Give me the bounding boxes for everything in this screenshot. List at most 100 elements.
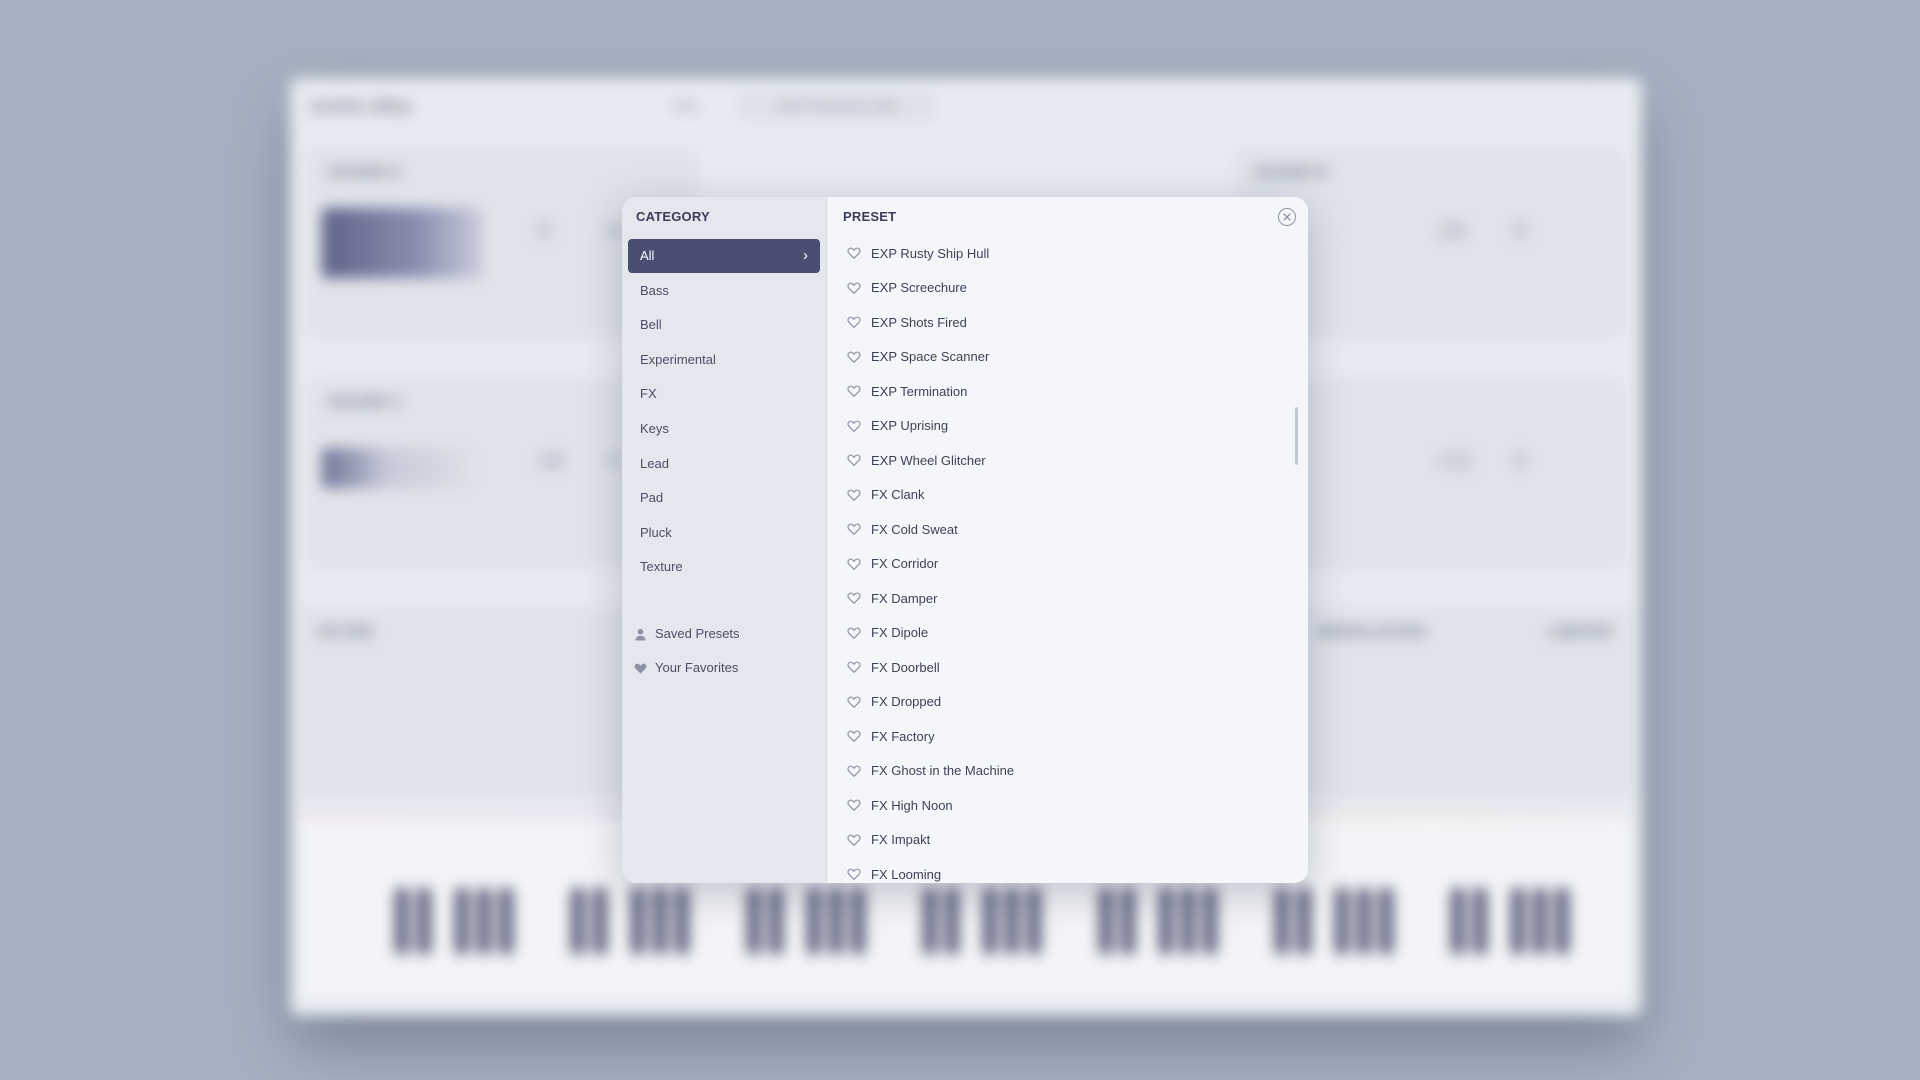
heart-outline-icon bbox=[847, 765, 861, 777]
black-key bbox=[1357, 888, 1371, 954]
heart-outline-icon bbox=[847, 489, 861, 501]
preset-column: PRESET EXP Rusty Ship Hull EXP Screechure… bbox=[826, 197, 1308, 883]
heart-outline-icon bbox=[847, 868, 861, 881]
category-label: Pluck bbox=[640, 524, 672, 540]
preset-item[interactable]: FX High Noon bbox=[827, 788, 1308, 823]
preset-item[interactable]: FX Factory bbox=[827, 719, 1308, 754]
black-key bbox=[455, 888, 469, 954]
black-key bbox=[807, 888, 821, 954]
heart-outline-icon bbox=[847, 730, 861, 743]
heart-outline-icon bbox=[847, 799, 861, 812]
sound-c-waveform bbox=[322, 448, 482, 488]
category-item-bass[interactable]: Bass bbox=[628, 274, 820, 308]
category-label: Bass bbox=[640, 282, 669, 298]
plugin-logo: evolve alloy bbox=[310, 95, 413, 116]
preset-label: FX Factory bbox=[871, 728, 935, 744]
sound-b-fine: 0 bbox=[1514, 218, 1527, 243]
black-key bbox=[769, 888, 783, 954]
category-item-lead[interactable]: Lead bbox=[628, 447, 820, 481]
preset-item[interactable]: FX Dipole bbox=[827, 616, 1308, 651]
category-column: CATEGORY All › Bass Bell Experimental FX Keys L… bbox=[622, 197, 826, 883]
saved-section: Saved Presets Your Favorites bbox=[634, 617, 740, 685]
black-key bbox=[631, 888, 645, 954]
sound-a-fine: 0 bbox=[608, 218, 621, 243]
black-key bbox=[1181, 888, 1195, 954]
black-key bbox=[653, 888, 667, 954]
saved-presets-item[interactable]: Saved Presets bbox=[634, 617, 740, 651]
preset-label: EXP Wheel Glitcher bbox=[871, 452, 986, 468]
preset-item[interactable]: FX Dropped bbox=[827, 685, 1308, 720]
preset-item[interactable]: FX Clank bbox=[827, 478, 1308, 513]
category-item-keys[interactable]: Keys bbox=[628, 412, 820, 446]
preset-label: EXP Space Scanner bbox=[871, 349, 990, 365]
category-label: Experimental bbox=[640, 351, 716, 367]
category-item-bell[interactable]: Bell bbox=[628, 308, 820, 342]
sound-c-title: SOUND C bbox=[328, 394, 402, 411]
sound-c-fine: 0 bbox=[608, 448, 621, 473]
preset-item[interactable]: EXP Uprising bbox=[827, 409, 1308, 444]
category-item-pluck[interactable]: Pluck bbox=[628, 516, 820, 550]
preset-label: FX High Noon bbox=[871, 797, 953, 813]
preset-item[interactable]: EXP Rusty Ship Hull bbox=[827, 236, 1308, 271]
sound-c-pitch: -18 bbox=[532, 448, 564, 473]
category-item-texture[interactable]: Texture bbox=[628, 550, 820, 584]
black-key bbox=[851, 888, 865, 954]
black-key bbox=[1005, 888, 1019, 954]
heart-outline-icon bbox=[847, 661, 861, 674]
category-item-experimental[interactable]: Experimental bbox=[628, 343, 820, 377]
preset-label: FX Ghost in the Machine bbox=[871, 763, 1015, 779]
preset-item[interactable]: FX Looming bbox=[827, 857, 1308, 883]
preset-item[interactable]: FX Impakt bbox=[827, 823, 1308, 858]
category-label: Keys bbox=[640, 420, 669, 436]
black-key bbox=[1379, 888, 1393, 954]
close-button[interactable] bbox=[1278, 208, 1296, 226]
heart-outline-icon bbox=[847, 316, 861, 329]
preset-item[interactable]: FX Corridor bbox=[827, 547, 1308, 582]
filter-title: FILTER bbox=[318, 624, 373, 641]
preset-item[interactable]: EXP Termination bbox=[827, 374, 1308, 409]
preset-item[interactable]: EXP Wheel Glitcher bbox=[827, 443, 1308, 478]
category-label: Texture bbox=[640, 559, 683, 575]
preset-item[interactable]: EXP Shots Fired bbox=[827, 305, 1308, 340]
preset-list[interactable]: EXP Rusty Ship Hull EXP Screechure EXP Sho… bbox=[827, 236, 1308, 883]
category-label: All bbox=[640, 248, 655, 263]
category-item-pad[interactable]: Pad bbox=[628, 481, 820, 515]
heart-outline-icon bbox=[847, 247, 861, 260]
category-item-all[interactable]: All › bbox=[628, 239, 820, 273]
preset-label: FX Cold Sweat bbox=[871, 521, 958, 537]
preset-item[interactable]: EXP Screechure bbox=[827, 271, 1308, 306]
black-key bbox=[593, 888, 607, 954]
chevron-right-icon: › bbox=[803, 247, 808, 264]
your-favorites-label: Your Favorites bbox=[655, 660, 739, 675]
black-key bbox=[571, 888, 585, 954]
sound-b-pitch: -24 bbox=[1434, 218, 1466, 243]
category-label: Lead bbox=[640, 455, 669, 471]
preset-label: EXP Screechure bbox=[871, 280, 967, 296]
black-key bbox=[1473, 888, 1487, 954]
plugin-topbar: evolve alloy Edit EXP Resonic Hull bbox=[290, 78, 1642, 134]
preset-list-scrollbar[interactable] bbox=[1295, 407, 1298, 465]
category-item-fx[interactable]: FX bbox=[628, 377, 820, 411]
black-key bbox=[1511, 888, 1525, 954]
preset-item[interactable]: FX Doorbell bbox=[827, 650, 1308, 685]
heart-outline-icon bbox=[847, 420, 861, 432]
limiter-title: LIMITER bbox=[1548, 624, 1612, 641]
black-key bbox=[829, 888, 843, 954]
heart-outline-icon bbox=[847, 523, 861, 536]
heart-outline-icon bbox=[847, 627, 861, 639]
preset-item[interactable]: EXP Space Scanner bbox=[827, 340, 1308, 375]
category-label: FX bbox=[640, 386, 657, 402]
preset-item[interactable]: FX Ghost in the Machine bbox=[827, 754, 1308, 789]
category-label: Bell bbox=[640, 317, 662, 333]
preset-label: EXP Termination bbox=[871, 383, 968, 399]
preset-item[interactable]: FX Cold Sweat bbox=[827, 512, 1308, 547]
preset-item[interactable]: FX Damper bbox=[827, 581, 1308, 616]
black-key bbox=[417, 888, 431, 954]
your-favorites-item[interactable]: Your Favorites bbox=[634, 651, 740, 685]
black-key bbox=[1451, 888, 1465, 954]
preset-label: FX Corridor bbox=[871, 556, 939, 572]
sound-d-pitch: +12 bbox=[1434, 448, 1472, 473]
black-key bbox=[1275, 888, 1289, 954]
heart-outline-icon bbox=[847, 558, 861, 570]
heart-filled-icon bbox=[634, 663, 647, 674]
